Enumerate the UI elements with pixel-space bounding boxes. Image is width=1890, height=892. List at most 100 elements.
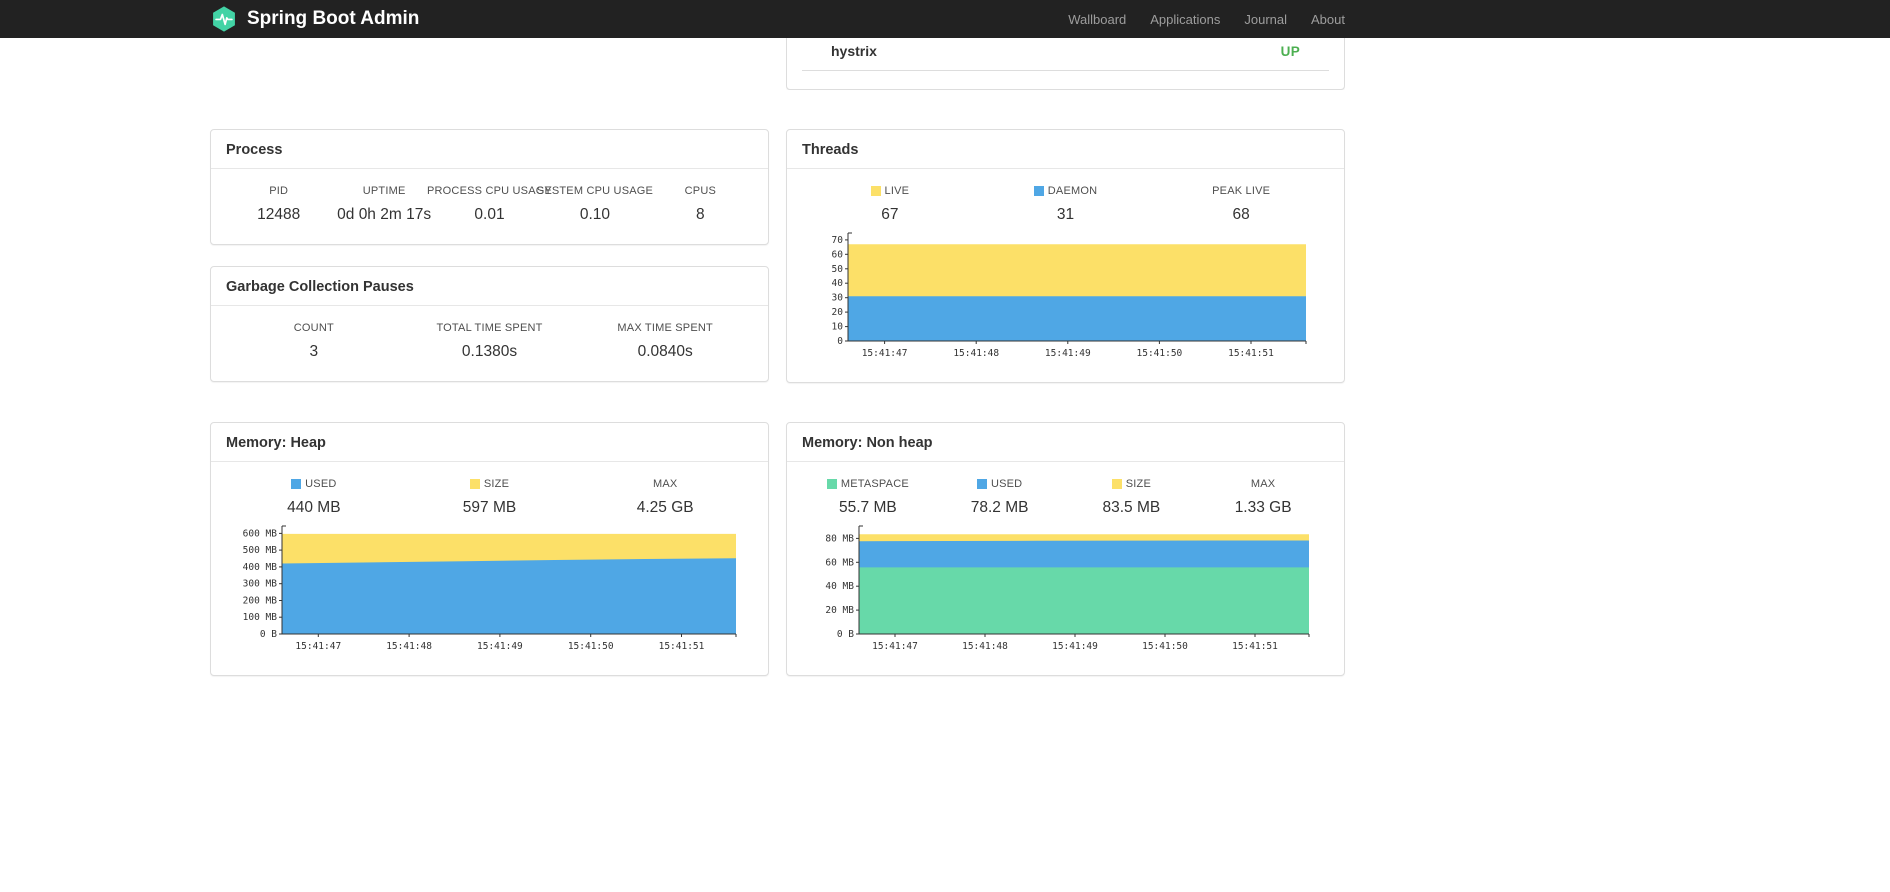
metric-uptime-value: 0d 0h 2m 17s (337, 206, 432, 223)
svg-text:300 MB: 300 MB (242, 579, 277, 590)
metric-metaspace-value: 55.7 MB (839, 499, 897, 516)
process-panel-body: PID 12488 UPTIME 0d 0h 2m 17s PROCESS CP… (211, 169, 768, 244)
svg-text:80 MB: 80 MB (825, 533, 854, 544)
metric-nonheap-max: MAX 1.33 GB (1197, 478, 1329, 517)
svg-text:15:41:49: 15:41:49 (477, 641, 523, 652)
navbar-inner: Spring Boot Admin Wallboard Applications… (210, 0, 1345, 38)
svg-text:15:41:48: 15:41:48 (962, 641, 1008, 652)
metric-heap-max-label: MAX (652, 478, 678, 490)
metric-uptime-label: UPTIME (362, 185, 406, 197)
gc-panel: Garbage Collection Pauses COUNT 3 TOTAL … (210, 266, 769, 382)
nav-link-applications[interactable]: Applications (1150, 12, 1220, 27)
svg-text:15:41:50: 15:41:50 (1142, 641, 1188, 652)
heap-used-legend-text: USED (305, 478, 337, 490)
metric-system-cpu-usage-value: 0.10 (579, 206, 610, 223)
heap-used-legend-swatch (291, 479, 302, 489)
metric-threads-daemon: DAEMON 31 (978, 185, 1154, 224)
threads-metrics: LIVE 67 DAEMON 31 PEAK LIVE 68 (802, 185, 1329, 224)
svg-text:500 MB: 500 MB (242, 545, 277, 556)
metric-process-cpu-usage: PROCESS CPU USAGE 0.01 (427, 185, 553, 224)
metric-cpus-value: 8 (696, 206, 705, 223)
threads-panel: Threads LIVE 67 DAEMON 31 PEAK LIVE 68 0… (786, 129, 1345, 383)
metric-nonheap-size-label: SIZE (1066, 478, 1198, 490)
metric-uptime: UPTIME 0d 0h 2m 17s (331, 185, 436, 224)
application-name[interactable]: hystrix (831, 43, 877, 59)
metric-cpus: CPUS 8 (648, 185, 753, 224)
application-row-hystrix[interactable]: hystrix UP (802, 38, 1329, 71)
nonheap-size-legend-swatch (1111, 479, 1122, 489)
nonheap-size-legend-text: SIZE (1125, 478, 1151, 490)
daemon-legend-swatch (1033, 186, 1044, 196)
metric-threads-daemon-label: DAEMON (978, 185, 1154, 197)
nav-link-about[interactable]: About (1311, 12, 1345, 27)
spring-boot-admin-logo (213, 6, 235, 32)
brand-title: Spring Boot Admin (247, 8, 420, 29)
svg-text:70: 70 (831, 235, 843, 246)
metric-gc-max-time-label: MAX TIME SPENT (617, 322, 713, 334)
metric-pid: PID 12488 (226, 185, 331, 224)
metric-threads-peak-live: PEAK LIVE 68 (1153, 185, 1329, 224)
metric-heap-used-value: 440 MB (287, 499, 341, 516)
svg-text:40 MB: 40 MB (825, 581, 854, 592)
svg-text:15:41:47: 15:41:47 (861, 348, 907, 359)
process-panel: Process PID 12488 UPTIME 0d 0h 2m 17s PR… (210, 129, 769, 245)
brand-link[interactable]: Spring Boot Admin (210, 5, 419, 33)
metric-heap-size-value: 597 MB (462, 499, 517, 516)
memory-nonheap-chart: 0 B 20 MB 40 MB 60 MB 80 MB 15:41:47 15:41:48 1… (825, 525, 1309, 652)
navbar-links: Wallboard Applications Journal About (1068, 12, 1345, 27)
svg-text:15:41:50: 15:41:50 (1136, 348, 1182, 359)
metric-system-cpu-usage: SYSTEM CPU USAGE 0.10 (536, 185, 654, 224)
row1-spacer (210, 38, 769, 90)
svg-text:0: 0 (837, 336, 843, 347)
svg-text:20 MB: 20 MB (825, 605, 854, 616)
metric-gc-count-label: COUNT (293, 322, 334, 334)
nav-link-wallboard[interactable]: Wallboard (1068, 12, 1126, 27)
memory-nonheap-panel-title: Memory: Non heap (787, 423, 1344, 462)
heap-size-legend-swatch (469, 479, 480, 489)
main-content: hystrix UP Process PID 12488 UPTIME 0d 0… (210, 38, 1345, 676)
right-column-row3: Memory: Non heap METASPACE 55.7 MB USED … (786, 422, 1345, 676)
svg-text:15:41:50: 15:41:50 (567, 641, 613, 652)
svg-text:60 MB: 60 MB (825, 557, 854, 568)
svg-text:15:41:48: 15:41:48 (386, 641, 432, 652)
metric-nonheap-used: USED 78.2 MB (934, 478, 1066, 517)
svg-text:15:41:51: 15:41:51 (658, 641, 704, 652)
metric-heap-size-label: SIZE (402, 478, 578, 490)
svg-text:10: 10 (831, 322, 843, 333)
metric-system-cpu-usage-label: SYSTEM CPU USAGE (536, 185, 654, 197)
svg-text:15:41:48: 15:41:48 (953, 348, 999, 359)
metric-threads-daemon-value: 31 (1056, 206, 1075, 223)
svg-text:20: 20 (831, 307, 843, 318)
metric-gc-total-time: TOTAL TIME SPENT 0.1380s (402, 322, 578, 361)
nonheap-used-legend-swatch (976, 479, 987, 489)
svg-text:100 MB: 100 MB (242, 612, 277, 623)
metric-nonheap-used-value: 78.2 MB (970, 499, 1029, 516)
metric-gc-count: COUNT 3 (226, 322, 402, 361)
svg-text:15:41:49: 15:41:49 (1044, 348, 1090, 359)
applications-panel-padding (787, 71, 1344, 89)
nav-link-journal[interactable]: Journal (1244, 12, 1287, 27)
svg-text:40: 40 (831, 278, 843, 289)
metric-heap-max: MAX 4.25 GB (577, 478, 753, 517)
metric-nonheap-used-label: USED (934, 478, 1066, 490)
svg-text:15:41:49: 15:41:49 (1052, 641, 1098, 652)
svg-text:15:41:51: 15:41:51 (1228, 348, 1274, 359)
metaspace-legend-text: METASPACE (840, 478, 909, 490)
memory-heap-panel-body: USED 440 MB SIZE 597 MB MAX 4.25 GB 0 B … (211, 462, 768, 675)
metric-nonheap-size-value: 83.5 MB (1102, 499, 1161, 516)
metric-process-cpu-usage-label: PROCESS CPU USAGE (427, 185, 553, 197)
left-column-stack: Process PID 12488 UPTIME 0d 0h 2m 17s PR… (210, 129, 769, 383)
metric-nonheap-max-label: MAX (1250, 478, 1276, 490)
svg-text:15:41:47: 15:41:47 (295, 641, 341, 652)
svg-text:0 B: 0 B (836, 629, 853, 640)
metric-gc-total-time-value: 0.1380s (461, 343, 518, 360)
nonheap-metrics: METASPACE 55.7 MB USED 78.2 MB SIZE 83.5… (802, 478, 1329, 517)
metaspace-legend-swatch (826, 479, 837, 489)
svg-text:15:41:51: 15:41:51 (1232, 641, 1278, 652)
memory-heap-panel: Memory: Heap USED 440 MB SIZE 597 MB MAX… (210, 422, 769, 676)
process-metrics: PID 12488 UPTIME 0d 0h 2m 17s PROCESS CP… (226, 185, 753, 224)
memory-nonheap-panel-body: METASPACE 55.7 MB USED 78.2 MB SIZE 83.5… (787, 462, 1344, 675)
metric-gc-max-time-value: 0.0840s (637, 343, 693, 360)
metric-pid-value: 12488 (257, 206, 301, 223)
panels-grid: hystrix UP Process PID 12488 UPTIME 0d 0… (210, 38, 1345, 676)
